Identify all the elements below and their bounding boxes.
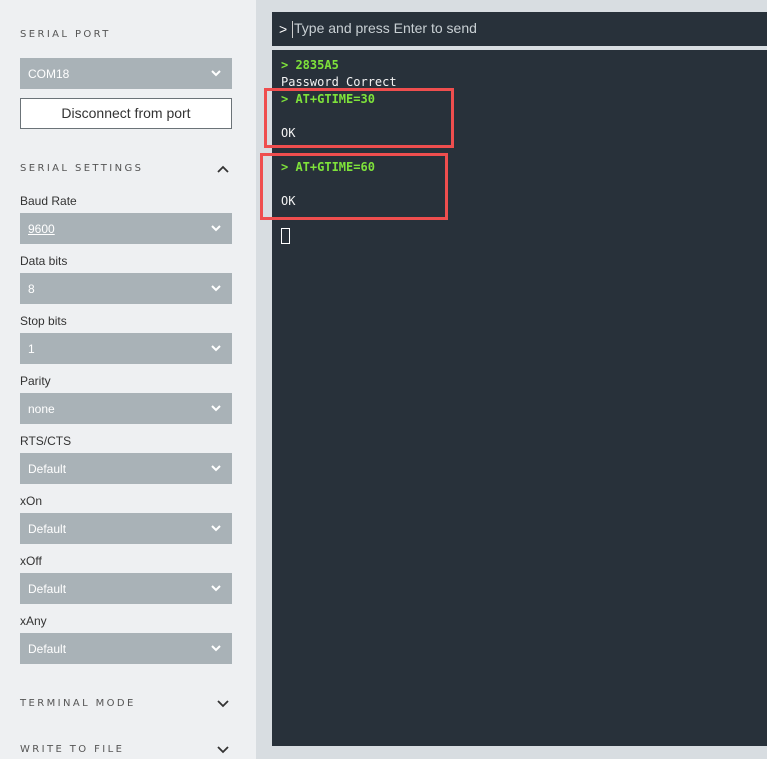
chevron-down-icon	[211, 645, 221, 652]
terminal-line: > 2835A5	[281, 58, 339, 72]
highlight-box	[264, 88, 454, 148]
baud-rate-select[interactable]: 9600	[20, 213, 232, 244]
terminal-mode-title[interactable]: TERMINAL MODE	[20, 698, 136, 709]
chevron-up-icon[interactable]	[216, 164, 230, 174]
data-bits-select[interactable]: 8	[20, 273, 232, 304]
rts-cts-select[interactable]: Default	[20, 453, 232, 484]
input-prompt: >	[279, 21, 288, 37]
text-caret	[292, 21, 293, 38]
baud-rate-value: 9600	[28, 222, 55, 236]
disconnect-button[interactable]: Disconnect from port	[20, 98, 232, 129]
terminal-cursor	[281, 228, 290, 244]
parity-select[interactable]: none	[20, 393, 232, 424]
port-select[interactable]: COM18	[20, 58, 232, 89]
baud-rate-label: Baud Rate	[20, 194, 77, 208]
xoff-value: Default	[28, 582, 67, 596]
xoff-label: xOff	[20, 554, 42, 568]
xon-select[interactable]: Default	[20, 513, 232, 544]
stop-bits-label: Stop bits	[20, 314, 67, 328]
chevron-down-icon	[211, 345, 221, 352]
highlight-box	[260, 153, 448, 220]
xoff-select[interactable]: Default	[20, 573, 232, 604]
chevron-down-icon	[211, 225, 221, 232]
top-gutter	[272, 0, 767, 12]
data-bits-label: Data bits	[20, 254, 68, 268]
parity-label: Parity	[20, 374, 51, 388]
serial-port-title: SERIAL PORT	[20, 29, 111, 40]
send-input[interactable]: > Type and press Enter to send	[272, 12, 767, 46]
serial-settings-title: SERIAL SETTINGS	[20, 163, 144, 174]
xon-value: Default	[28, 522, 67, 536]
rts-cts-value: Default	[28, 462, 67, 476]
chevron-down-icon	[211, 525, 221, 532]
data-bits-value: 8	[28, 282, 35, 296]
xany-value: Default	[28, 642, 67, 656]
chevron-down-icon	[211, 70, 221, 77]
chevron-down-icon	[211, 285, 221, 292]
bottom-strip	[272, 746, 767, 759]
rts-cts-label: RTS/CTS	[20, 434, 72, 448]
terminal-output[interactable]: > 2835A5 Password Correct > AT+GTIME=30 …	[260, 50, 767, 746]
write-to-file-title[interactable]: WRITE TO FILE	[20, 744, 124, 755]
xon-label: xOn	[20, 494, 43, 508]
chevron-down-icon	[211, 585, 221, 592]
xany-select[interactable]: Default	[20, 633, 232, 664]
parity-value: none	[28, 402, 55, 416]
stop-bits-value: 1	[28, 342, 35, 356]
terminal-line: Password Correct	[281, 75, 397, 89]
chevron-down-icon	[211, 465, 221, 472]
xany-label: xAny	[20, 614, 47, 628]
chevron-down-icon[interactable]	[216, 745, 230, 755]
chevron-down-icon	[211, 405, 221, 412]
sidebar: SERIAL PORT COM18 Disconnect from port S…	[0, 0, 256, 759]
input-placeholder: Type and press Enter to send	[294, 20, 477, 36]
stop-bits-select[interactable]: 1	[20, 333, 232, 364]
port-select-value: COM18	[28, 67, 70, 81]
chevron-down-icon[interactable]	[216, 699, 230, 709]
